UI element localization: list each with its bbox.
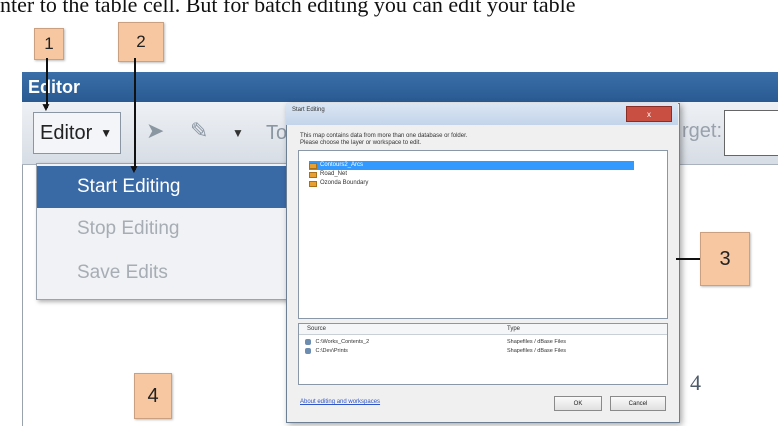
list-item[interactable]: Ozonda Boundary [309,179,368,188]
cancel-button[interactable]: Cancel [610,396,666,411]
dialog-titlebar [286,103,678,125]
dialog-message-line: Please choose the layer or workspace to … [300,140,422,146]
source-path: C:\Works_Contents_2 [315,339,370,345]
callout-3: 3 [700,232,750,286]
layer-name: Contours2_Arcs [320,162,364,168]
source-table-header: Source Type [299,324,667,335]
toolbar-partial-text: To [266,122,288,144]
dialog-message-line: This map contains data from more than on… [300,133,468,139]
help-link[interactable]: About editing and workspaces [300,399,380,405]
document-text-line: nter to the table cell. But for batch ed… [0,0,576,17]
callout-4: 4 [134,373,172,419]
chevron-down-icon: ▼ [100,126,113,140]
arrow-down-icon: ▼ [40,100,52,114]
layer-list[interactable]: Contours2_Arcs Road_Net Ozonda Boundary [298,150,668,319]
column-header-type: Type [507,326,521,332]
target-label: rget: [682,120,723,142]
source-type: Shapefiles / dBase Files [507,348,567,354]
target-dropdown[interactable] [724,110,778,156]
callout-3-arrow [676,258,700,260]
dialog-message: This map contains data from more than on… [300,133,640,147]
source-table: Source Type C:\Works_Contents_2 Shapefil… [298,323,668,385]
list-item[interactable]: Contours2_Arcs [309,161,634,170]
list-item[interactable]: Road_Net [309,170,347,179]
callout-1: 1 [34,28,64,60]
source-type: Shapefiles / dBase Files [507,339,567,345]
column-header-source: Source [307,326,327,332]
callout-4-text: 4 [690,370,701,395]
callout-2: 2 [118,22,164,62]
database-icon [305,338,311,345]
source-path: C:\Dev\Prints [315,348,348,354]
menu-item-start-editing[interactable]: Start Editing [37,166,291,208]
dialog-title: Start Editing [292,107,325,113]
sketch-pencil-icon[interactable]: ✎ [190,118,208,144]
arrow-down-icon: ▼ [128,162,140,176]
chevron-down-icon[interactable]: ▼ [232,126,244,140]
layer-icon [309,171,317,178]
layer-icon [309,180,317,187]
table-row[interactable]: C:\Dev\Prints Shapefiles / dBase Files [305,347,661,355]
callout-2-arrow [134,58,136,170]
layer-name: Road_Net [320,171,348,177]
editor-dropdown-button[interactable]: Editor ▼ [33,112,121,154]
edit-tool-arrow-icon[interactable]: ➤ [146,118,164,144]
layer-icon [309,162,317,169]
layer-name: Ozonda Boundary [320,180,369,186]
close-icon[interactable]: x [626,106,672,122]
menu-item-stop-editing[interactable]: Stop Editing [37,208,291,250]
editor-menu: Start Editing Stop Editing Save Edits [36,163,292,300]
ok-button[interactable]: OK [554,396,602,411]
database-icon [305,347,311,354]
menu-item-save-edits[interactable]: Save Edits [37,252,291,294]
editor-dropdown-label: Editor [40,121,93,144]
table-row[interactable]: C:\Works_Contents_2 Shapefiles / dBase F… [305,338,661,346]
